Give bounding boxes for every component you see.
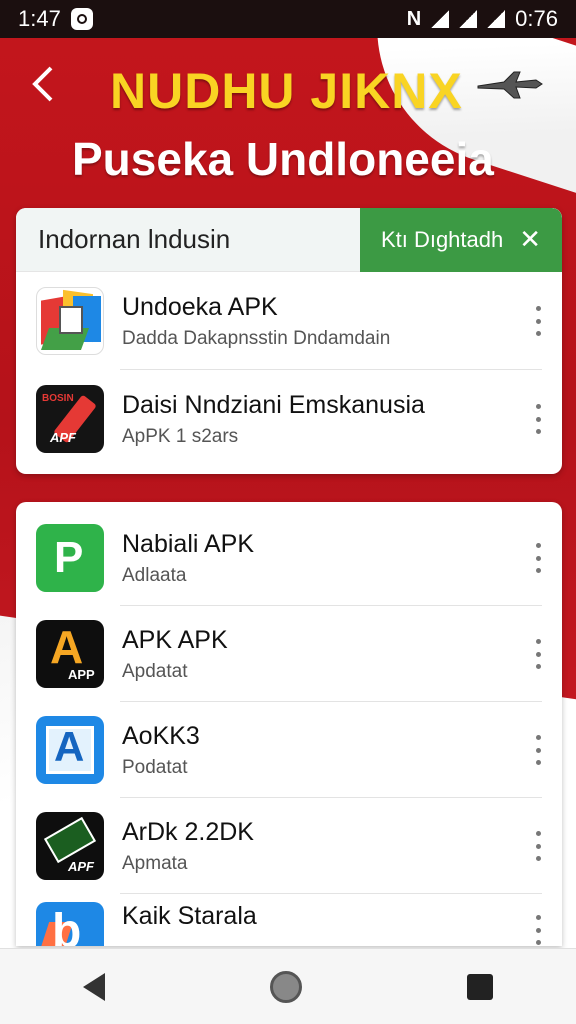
more-options-icon[interactable] [528,404,548,434]
airplane-icon [477,71,543,99]
page-subtitle: Puseka Undloneeia [72,133,494,185]
multicolor-doc-icon [36,287,104,355]
list-item[interactable]: A APP APK APK Apdatat [16,606,562,702]
item-title: Daisi Nndziani Emskanusia [122,390,425,419]
status-battery-time: 0:76 [515,6,558,31]
filter-chip[interactable]: Ktı Dıghtadh ✕ [360,208,562,272]
nav-back-icon[interactable] [82,972,105,1001]
icon-letter: b [52,905,82,947]
cell-signal-2-icon [487,10,506,28]
nfc-icon: N [406,7,422,30]
featured-card: Indornan lndusin Ktı Dıghtadh ✕ Undoeka … [16,208,562,474]
card-heading: Indornan lndusin [38,224,231,254]
more-options-icon[interactable] [528,735,548,765]
item-subtitle: Dadda Dakapnsstin Dndamdain [122,327,391,349]
blue-b-app-icon: b [36,902,104,946]
list-item[interactable]: A AoKK3 Podatat [16,702,562,798]
status-time: 1:47 [18,6,61,31]
item-subtitle: Podatat [122,756,188,778]
icon-letter: A [54,723,85,770]
nav-recents-icon[interactable] [467,973,494,1000]
orange-a-app-icon: A APP [36,620,104,688]
system-nav-bar [0,948,576,1024]
more-options-icon[interactable] [528,639,548,669]
icon-letter: P [54,533,84,582]
nav-home-icon[interactable] [269,970,302,1003]
item-subtitle: Apdatat [122,660,188,682]
icon-letter: A [50,621,84,673]
item-title: ArDk 2.2DK [122,817,254,846]
page-title: NUDHU JIKNX [110,63,463,119]
green-p-app-icon: P [36,524,104,592]
item-title: Kaik Starala [122,902,257,930]
icon-label: APF [50,430,76,445]
icon-label: APF [68,859,94,874]
card-header: Indornan lndusin Ktı Dıghtadh ✕ [16,208,562,272]
notification-icon [70,8,93,30]
wifi-signal-icon [431,10,450,28]
list-item[interactable]: b Kaik Starala [16,894,562,946]
dark-flag-app-icon: APF [36,812,104,880]
filter-chip-label: Ktı Dıghtadh [380,226,504,252]
item-title: Undoeka APK [122,292,278,321]
more-options-icon[interactable] [528,306,548,336]
more-options-icon[interactable] [528,543,548,573]
chevron-left-icon [32,66,53,102]
back-button[interactable] [22,62,62,110]
item-subtitle: Adlaata [122,564,187,586]
red-pen-app-icon: BOSIN APF [36,385,104,453]
item-title: Nabiali APK [122,529,255,558]
status-bar: 1:47 N 0:76 [0,0,576,38]
list-item[interactable]: APF ArDk 2.2DK Apmata [16,798,562,894]
icon-label: BOSIN [42,393,74,404]
item-subtitle: Apmata [122,852,188,874]
list-item[interactable]: Undoeka APK Dadda Dakapnsstin Dndamdain [16,272,562,370]
icon-label: APP [68,667,95,682]
item-title: AoKK3 [122,721,200,750]
list-item[interactable]: BOSIN APF Daisi Nndziani Emskanusia ApPK… [16,370,562,468]
list-item[interactable]: P Nabiali APK Adlaata [16,510,562,606]
item-subtitle: ApPK 1 s2ars [122,425,239,447]
blue-a-app-icon: A [36,716,104,784]
close-icon[interactable]: ✕ [519,224,541,255]
more-options-icon[interactable] [528,915,548,945]
cell-signal-icon [459,10,478,28]
app-list-card: P Nabiali APK Adlaata A APP APK APK Apda… [16,502,562,946]
item-title: APK APK [122,625,228,654]
more-options-icon[interactable] [528,831,548,861]
